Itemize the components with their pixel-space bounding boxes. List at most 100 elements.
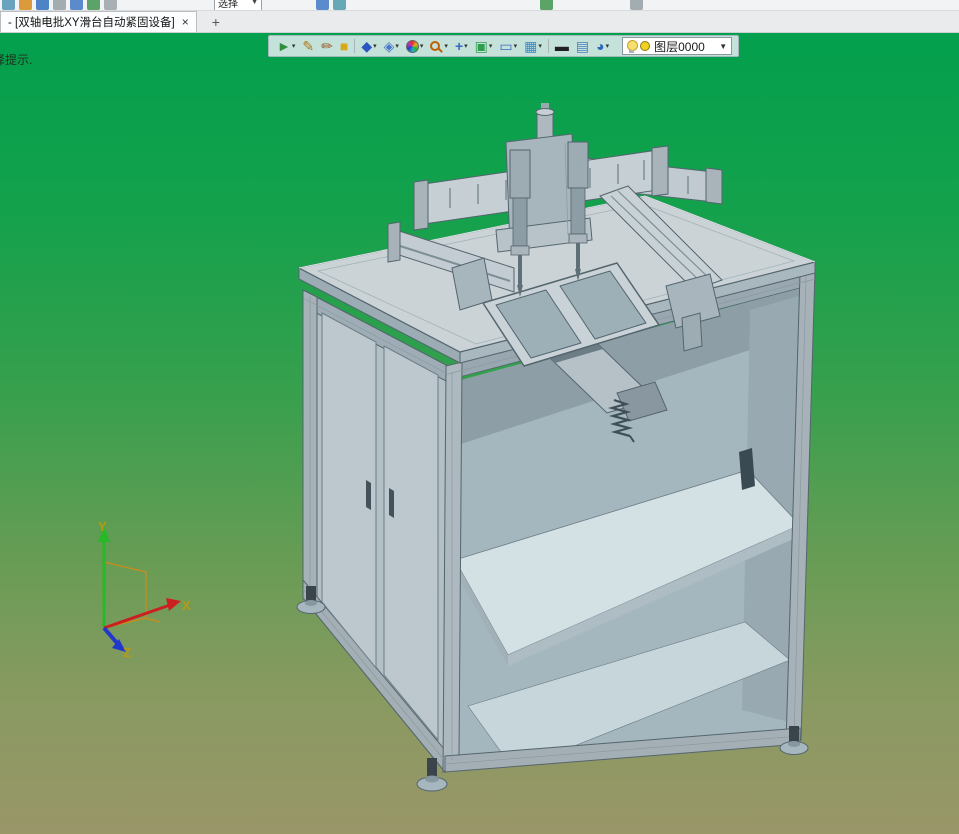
beam-y-right[interactable] — [584, 157, 723, 205]
tab-close-icon[interactable]: × — [182, 16, 189, 28]
document-tab[interactable]: - [双轴电批XY滑台自动紧固设备] × — [0, 11, 197, 32]
chevron-down-icon: ▼ — [251, 0, 258, 6]
cabinet-interior — [459, 288, 799, 756]
cabinet-door-left[interactable] — [321, 312, 377, 670]
select-tool-icon[interactable]: ► ▾ — [275, 38, 297, 54]
spindle-left-bit — [517, 285, 523, 297]
door-handle-left[interactable] — [366, 480, 371, 510]
document-tab-bar: - [双轴电批XY滑台自动紧固设备] × + — [0, 11, 959, 33]
beam-x-top[interactable] — [413, 145, 669, 231]
chevron-down-icon: ▾ — [488, 42, 493, 50]
app-window: 选择 ▼ - [双轴电批XY滑台自动紧固设备] × + Y X Z 提示. ► … — [0, 0, 959, 834]
chevron-down-icon: ▾ — [291, 42, 296, 50]
chevron-down-icon: ▾ — [373, 42, 377, 50]
clipped-toolbar-icon[interactable] — [540, 0, 553, 10]
viewport-3d[interactable]: Y X Z 择提示. ► ▾ ✎ ✏ ■ ◆ ▾ — [0, 33, 959, 834]
tabletop[interactable] — [297, 195, 817, 364]
visibility-tool-icon[interactable]: ◕ ▾ — [594, 38, 611, 54]
zoom-tool-icon[interactable]: ▾ — [428, 40, 450, 52]
rail-y-right[interactable] — [599, 185, 723, 352]
fit-view-tool-icon[interactable]: ▣ ▾ — [473, 38, 495, 54]
cabinet-left-face[interactable] — [302, 289, 449, 774]
spindle-left[interactable] — [509, 149, 531, 297]
display-mode-tool-icon[interactable]: ▦ ▾ — [522, 38, 544, 54]
z-cylinder — [536, 111, 554, 171]
cabinet-door-right[interactable] — [383, 345, 439, 742]
spring — [607, 398, 634, 438]
machine-scene-svg: Y X Z — [98, 103, 817, 792]
toolbar-separator — [547, 39, 549, 53]
chevron-down-icon: ▾ — [464, 42, 468, 50]
chevron-down-icon: ▾ — [395, 42, 399, 50]
cabinet-front-frame[interactable] — [442, 269, 816, 774]
x-axis-arrow — [103, 603, 171, 630]
clipped-toolbar-icon[interactable] — [53, 0, 66, 10]
chevron-down-icon: ▾ — [444, 42, 448, 50]
clipped-toolbar-icon[interactable] — [333, 0, 346, 10]
slide-unit[interactable] — [548, 342, 668, 443]
clipped-toolbar-icon[interactable] — [70, 0, 83, 10]
line-width-tool-icon[interactable]: ▬ — [553, 38, 571, 54]
chevron-down-icon: ▾ — [419, 42, 424, 50]
layer-color-swatch — [640, 41, 651, 51]
chevron-down-icon: ▾ — [538, 42, 542, 50]
color-wheel-icon — [405, 39, 419, 53]
chevron-down-icon: ▼ — [719, 41, 728, 51]
magnifier-icon — [430, 41, 441, 51]
floating-toolbar: ► ▾ ✎ ✏ ■ ◆ ▾ ◈ ▾ ▾ ▾ + ▾ ▣ ▾ ▭ ▾ ▦ ▾ ▬ … — [268, 35, 740, 57]
triad-wireframe-box — [103, 561, 161, 629]
top-toolbar-strip: 选择 ▼ — [0, 0, 959, 11]
z-axis-arrowhead — [112, 639, 126, 652]
layer-name: 图层0000 — [654, 39, 705, 54]
x-axis-label: X — [182, 598, 191, 613]
clipped-toolbar-icon[interactable] — [87, 0, 100, 10]
panel-tool-icon[interactable]: ▤ — [574, 38, 591, 54]
selection-filter-label: 选择 — [218, 0, 238, 10]
toolbar-separator — [354, 39, 356, 53]
chevron-down-icon: ▾ — [605, 42, 610, 50]
door-handle-right[interactable] — [389, 488, 394, 518]
z-axis-label: Z — [123, 645, 131, 660]
xy-gantry[interactable] — [387, 103, 723, 443]
foot-right — [779, 726, 809, 755]
color-wheel-tool-icon[interactable]: ▾ — [404, 39, 426, 54]
brush-tool-icon[interactable]: ✏ — [319, 38, 335, 54]
clipped-toolbar-icon[interactable] — [630, 0, 643, 10]
y-axis-label: Y — [98, 519, 107, 534]
clipped-toolbar-icon[interactable] — [2, 0, 15, 10]
selection-filter-combo[interactable]: 选择 ▼ — [214, 0, 262, 10]
z-carriage[interactable] — [495, 103, 593, 253]
door-sensor — [739, 448, 755, 490]
clipped-toolbar-icon[interactable] — [19, 0, 32, 10]
leveling-feet — [296, 586, 809, 792]
frame-detail-lines — [302, 275, 816, 765]
shaded-cube-tool-icon[interactable]: ◈ ▾ — [382, 38, 401, 54]
spindle-right[interactable] — [567, 141, 589, 281]
chevron-down-icon: ▾ — [513, 42, 518, 50]
clipped-toolbar-icon[interactable] — [316, 0, 329, 10]
tool-tray[interactable] — [482, 262, 660, 367]
solid-box-tool-icon[interactable]: ■ — [338, 38, 350, 54]
clipped-toolbar-icon[interactable] — [36, 0, 49, 10]
rail-y-left[interactable] — [387, 221, 515, 311]
z-axis-arrow — [102, 626, 119, 645]
machine-model-3d[interactable] — [296, 103, 817, 792]
move-tool-icon[interactable]: + ▾ — [453, 38, 470, 54]
clipped-toolbar-icon[interactable] — [104, 0, 117, 10]
x-axis-arrowhead — [166, 598, 181, 611]
foot-left — [296, 586, 326, 614]
interior-floor — [467, 621, 791, 756]
spindle-right-bit — [575, 269, 581, 281]
new-tab-button[interactable]: + — [205, 11, 227, 32]
hint-text: 择提示. — [0, 53, 33, 67]
orientation-triad: Y X Z — [98, 519, 191, 660]
cube-tool-icon[interactable]: ◆ ▾ — [359, 38, 378, 54]
y-axis-arrowhead — [98, 526, 110, 542]
foot-front — [416, 758, 448, 792]
frame-view-tool-icon[interactable]: ▭ ▾ — [497, 38, 519, 54]
bulb-icon — [627, 39, 639, 53]
document-tab-title: - [双轴电批XY滑台自动紧固设备] — [8, 17, 175, 29]
interior-shelf — [459, 469, 799, 656]
pen-tool-icon[interactable]: ✎ — [300, 38, 316, 54]
layer-selector[interactable]: 图层0000 ▼ — [622, 37, 733, 55]
